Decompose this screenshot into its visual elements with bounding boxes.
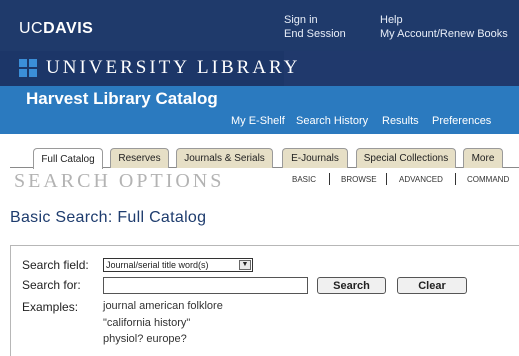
search-field-value: Journal/serial title word(s) <box>106 260 209 270</box>
search-field-label: Search field: <box>22 258 89 272</box>
tab-special-collections[interactable]: Special Collections <box>356 148 456 168</box>
end-session-link[interactable]: End Session <box>284 27 346 41</box>
search-history-link[interactable]: Search History <box>296 115 368 127</box>
results-link[interactable]: Results <box>382 115 419 127</box>
example-query: physiol? europe? <box>103 333 187 345</box>
my-account-link[interactable]: My Account/Renew Books <box>380 27 508 41</box>
help-link[interactable]: Help <box>380 13 508 27</box>
tab-more[interactable]: More <box>463 148 503 168</box>
library-logo-icon <box>19 59 37 77</box>
advanced-link[interactable]: ADVANCED <box>399 175 443 184</box>
example-query: "california history" <box>103 317 191 329</box>
tab-ejournals[interactable]: E-Journals <box>282 148 348 168</box>
examples-label: Examples: <box>22 300 79 314</box>
search-field-select[interactable]: Journal/serial title word(s) ▼ <box>103 258 253 272</box>
clear-button[interactable]: Clear <box>397 277 467 294</box>
browse-link[interactable]: BROWSE <box>341 175 377 184</box>
search-button[interactable]: Search <box>317 277 386 294</box>
sign-in-link[interactable]: Sign in <box>284 13 346 27</box>
preferences-link[interactable]: Preferences <box>432 115 491 127</box>
tab-full-catalog[interactable]: Full Catalog <box>33 148 103 169</box>
mode-separator <box>386 173 387 185</box>
ucdavis-logo[interactable]: UCDAVIS <box>19 20 93 38</box>
account-links-right: Help My Account/Renew Books <box>380 13 508 41</box>
example-query: journal american folklore <box>103 300 223 312</box>
page-title: Basic Search: Full Catalog <box>10 209 207 226</box>
search-for-label: Search for: <box>22 278 81 292</box>
chevron-down-icon[interactable]: ▼ <box>239 260 251 270</box>
tab-reserves[interactable]: Reserves <box>110 148 169 168</box>
tab-journals-serials[interactable]: Journals & Serials <box>176 148 273 168</box>
basic-link[interactable]: BASIC <box>292 175 316 184</box>
search-options-title: SEARCH OPTIONS <box>14 170 225 192</box>
library-title[interactable]: UNIVERSITY LIBRARY <box>46 57 300 79</box>
mode-separator <box>329 173 330 185</box>
catalog-title: Harvest Library Catalog <box>26 89 218 108</box>
search-input[interactable] <box>103 277 308 294</box>
library-bar-right <box>284 51 519 86</box>
my-eshelf-link[interactable]: My E-Shelf <box>231 115 285 127</box>
mode-separator <box>455 173 456 185</box>
account-links-left: Sign in End Session <box>284 13 346 41</box>
command-link[interactable]: COMMAND <box>467 175 509 184</box>
